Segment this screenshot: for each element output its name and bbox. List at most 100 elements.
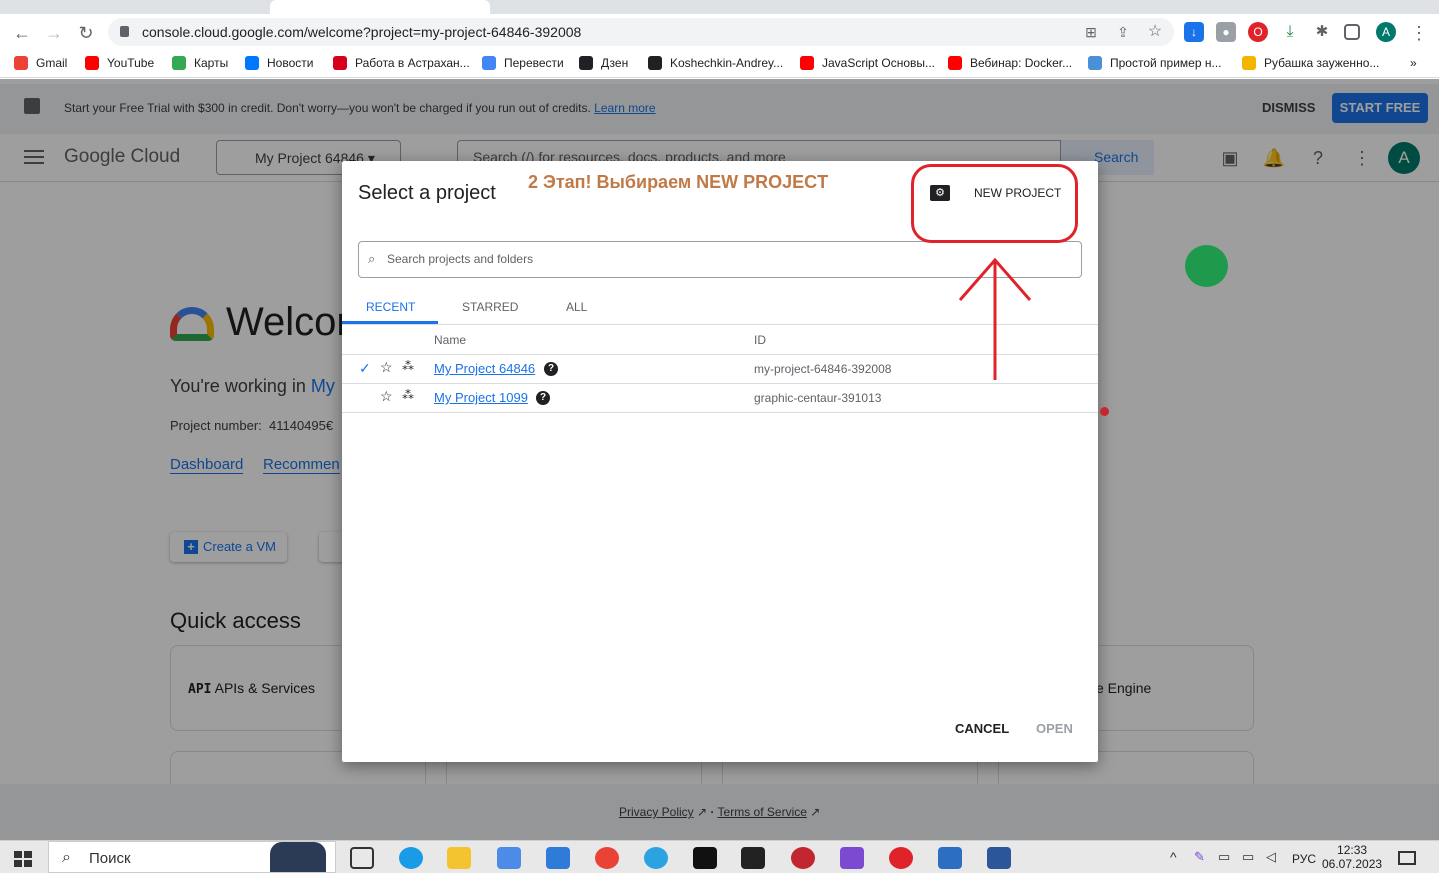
extensions-icon[interactable]: ✱: [1312, 22, 1332, 42]
bookmark-label: YouTube: [107, 56, 155, 70]
annotation-text: 2 Этап! Выбираем NEW PROJECT: [528, 172, 829, 192]
project-icon: ⁂: [402, 388, 414, 402]
bookmark-label: Вебинар: Docker...: [970, 56, 1073, 70]
bookmark-favicon-icon: [948, 56, 962, 70]
bookmark-favicon-icon: [482, 56, 496, 70]
chevron-up-icon[interactable]: ^: [1170, 849, 1177, 865]
tray-icon[interactable]: ▭: [1218, 849, 1230, 865]
bookmark-item[interactable]: Новости: [245, 56, 313, 70]
url-text[interactable]: console.cloud.google.com/welcome?project…: [142, 24, 581, 40]
edge-icon[interactable]: [399, 847, 423, 869]
tab-active[interactable]: [270, 0, 490, 14]
project-name-link[interactable]: My Project 64846: [434, 361, 535, 376]
column-name: Name: [434, 333, 467, 347]
project-id: graphic-centaur-391013: [754, 391, 882, 405]
opera-ext-icon[interactable]: O: [1248, 22, 1268, 42]
bookmark-item[interactable]: JavaScript Основы...: [800, 56, 935, 70]
star-icon[interactable]: ☆: [380, 359, 393, 376]
notification-center-icon[interactable]: [1398, 851, 1416, 865]
bookmark-label: Карты: [194, 56, 229, 70]
mail-icon[interactable]: [546, 847, 570, 869]
explorer-icon[interactable]: [447, 847, 471, 869]
project-id: my-project-64846-392008: [754, 362, 892, 376]
menu-dots-icon[interactable]: ⋮: [1408, 22, 1430, 44]
bookmark-label: Работа в Астрахан...: [355, 56, 470, 70]
store-icon[interactable]: [497, 847, 521, 869]
bookmark-favicon-icon: [800, 56, 814, 70]
annotation-arrow-icon: [958, 257, 1032, 380]
translate-icon[interactable]: ⊞: [1080, 21, 1102, 43]
penguin-icon: [270, 842, 326, 872]
star-icon[interactable]: ☆: [1144, 21, 1166, 43]
tab-starred[interactable]: STARRED: [462, 300, 518, 314]
app-icon[interactable]: [840, 847, 864, 869]
bookmark-label: Рубашка зауженно...: [1264, 56, 1380, 70]
bookmark-favicon-icon: [579, 56, 593, 70]
network-icon[interactable]: ▭: [1242, 849, 1254, 865]
download-icon[interactable]: ⤓: [1280, 22, 1300, 42]
bookmark-favicon-icon: [333, 56, 347, 70]
bookmark-item[interactable]: Рубашка зауженно...: [1242, 56, 1379, 70]
bookmark-label: JavaScript Основы...: [822, 56, 935, 70]
clock[interactable]: 12:33 06.07.2023: [1322, 843, 1382, 871]
search-icon: ⌕: [368, 251, 376, 266]
check-icon: ✓: [359, 360, 371, 376]
tray-icon[interactable]: ✎: [1194, 849, 1205, 865]
help-icon[interactable]: ?: [544, 362, 558, 376]
ext-icon[interactable]: ●: [1216, 22, 1236, 42]
search-icon: ⌕: [62, 849, 71, 866]
bookmark-label: Gmail: [36, 56, 68, 70]
bookmarks-more-icon[interactable]: »: [1410, 56, 1417, 70]
bookmark-item[interactable]: Gmail: [14, 56, 67, 70]
profile-avatar[interactable]: A: [1376, 22, 1396, 42]
back-icon[interactable]: ←: [11, 22, 33, 44]
bookmark-item[interactable]: Дзен: [579, 56, 628, 70]
bookmark-favicon-icon: [1088, 56, 1102, 70]
column-id: ID: [754, 333, 766, 347]
bookmark-item[interactable]: Koshechkin-Andrey...: [648, 56, 783, 70]
bookmark-item[interactable]: Карты: [172, 56, 228, 70]
chrome-icon[interactable]: [595, 847, 619, 869]
telegram-icon[interactable]: [644, 847, 668, 869]
bookmark-favicon-icon: [648, 56, 662, 70]
bookmark-item[interactable]: Работа в Астрахан...: [333, 56, 470, 70]
bookmark-item[interactable]: Перевести: [482, 56, 564, 70]
bookmark-label: Простой пример н...: [1110, 56, 1222, 70]
reload-icon[interactable]: ↻: [75, 22, 97, 44]
bookmark-item[interactable]: Вебинар: Docker...: [948, 56, 1072, 70]
bookmark-label: Перевести: [504, 56, 564, 70]
app-icon[interactable]: [791, 847, 815, 869]
task-view-icon[interactable]: [350, 847, 374, 869]
bookmark-item[interactable]: YouTube: [85, 56, 154, 70]
download-ext-icon[interactable]: ↓: [1184, 22, 1204, 42]
bookmark-label: Новости: [267, 56, 314, 70]
lock-icon: [120, 26, 129, 37]
dialog-title: Select a project: [358, 182, 496, 204]
bookmark-favicon-icon: [85, 56, 99, 70]
help-icon[interactable]: ?: [536, 391, 550, 405]
tab-strip: [0, 0, 1439, 14]
word-icon[interactable]: [987, 847, 1011, 869]
project-name-link[interactable]: My Project 1099: [434, 390, 528, 405]
windows-start-icon[interactable]: [14, 851, 32, 867]
bookmark-label: Дзен: [601, 56, 629, 70]
opera-icon[interactable]: [889, 847, 913, 869]
volume-icon[interactable]: ◁: [1266, 849, 1276, 865]
tab-recent[interactable]: RECENT: [366, 300, 415, 314]
bookmark-item[interactable]: Простой пример н...: [1088, 56, 1221, 70]
bookmark-favicon-icon: [172, 56, 186, 70]
star-icon[interactable]: ☆: [380, 388, 393, 405]
tab-all[interactable]: ALL: [566, 300, 587, 314]
terminal-icon[interactable]: [741, 847, 765, 869]
sidepanel-icon[interactable]: [1344, 24, 1360, 40]
app-icon[interactable]: [938, 847, 962, 869]
project-icon: ⁂: [402, 359, 414, 373]
cancel-button[interactable]: CANCEL: [955, 721, 1009, 736]
annotation-red-dot: [1100, 407, 1109, 416]
intellij-icon[interactable]: [693, 847, 717, 869]
share-icon[interactable]: ⇪: [1112, 21, 1134, 43]
forward-icon[interactable]: →: [43, 22, 65, 44]
open-button[interactable]: OPEN: [1036, 721, 1073, 736]
annotation-green-dot: [1185, 245, 1228, 287]
language-indicator[interactable]: РУС: [1292, 852, 1316, 866]
